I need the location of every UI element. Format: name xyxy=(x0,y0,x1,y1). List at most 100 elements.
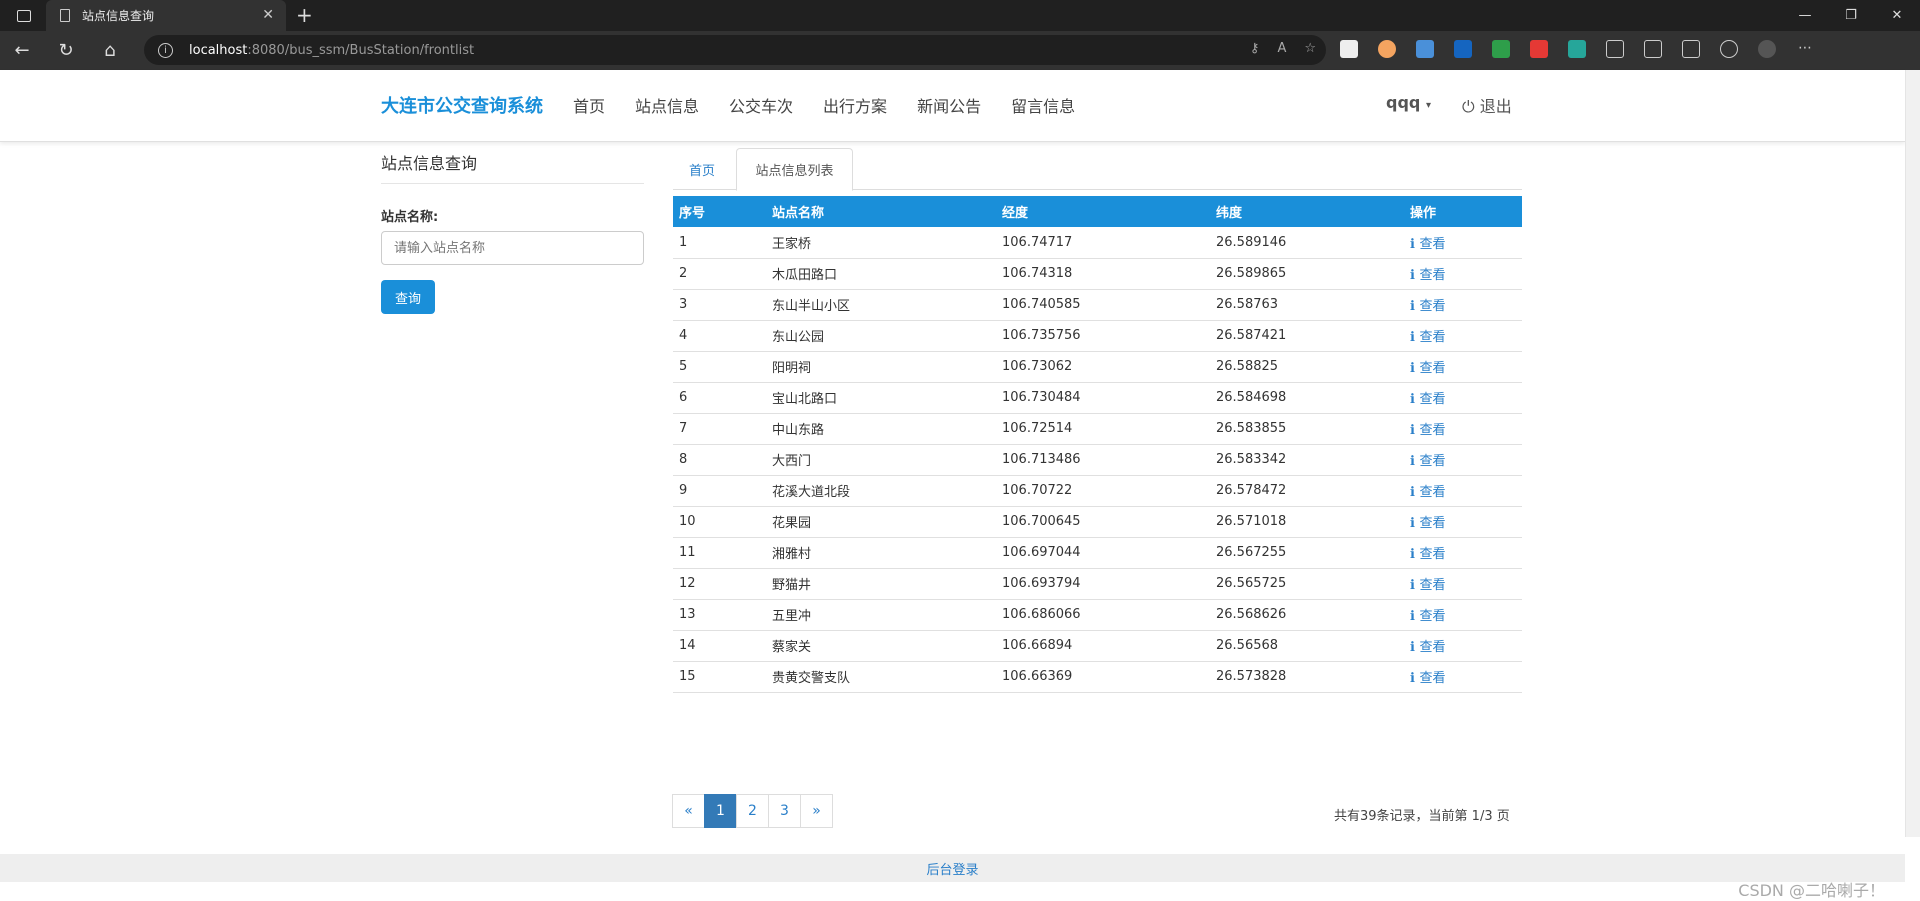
extension-icon[interactable] xyxy=(1378,40,1396,58)
table-row: 9 花溪大道北段 106.70722 26.578472 ℹ 查看 xyxy=(673,475,1522,507)
table-cell: ℹ 查看 xyxy=(1404,599,1522,631)
column-header: 纬度 xyxy=(1216,206,1243,221)
favorite-add-icon[interactable]: ☆ xyxy=(1304,41,1316,56)
view-link[interactable]: ℹ 查看 xyxy=(1410,268,1445,283)
table-cell: 26.583855 xyxy=(1210,413,1404,445)
table-cell: 阳明祠 xyxy=(766,351,996,383)
table-cell: 106.730484 xyxy=(996,382,1210,414)
caret-down-icon: ▾ xyxy=(1425,100,1431,111)
view-link[interactable]: ℹ 查看 xyxy=(1410,299,1445,314)
new-tab-icon[interactable]: + xyxy=(296,3,313,27)
address-input[interactable]: i localhost :8080/bus_ssm/BusStation/fro… xyxy=(144,35,1326,65)
browser-tab[interactable]: 站点信息查询 ✕ xyxy=(46,0,286,31)
view-link[interactable]: ℹ 查看 xyxy=(1410,578,1445,593)
menu-item-buses[interactable]: 公交车次 xyxy=(729,93,793,117)
view-label: 查看 xyxy=(1419,640,1446,655)
avatar[interactable] xyxy=(1758,40,1776,58)
table-cell: 大西门 xyxy=(766,444,996,476)
table-cell: 12 xyxy=(673,568,766,600)
table-cell: ℹ 查看 xyxy=(1404,351,1522,383)
table-cell: 106.693794 xyxy=(996,568,1210,600)
view-link[interactable]: ℹ 查看 xyxy=(1410,423,1445,438)
tab-home[interactable]: 首页 xyxy=(689,160,715,179)
web-page: 大连市公交查询系统 首页 站点信息 公交车次 出行方案 新闻公告 留言信息 qq… xyxy=(0,70,1905,900)
favorites-icon[interactable] xyxy=(1644,40,1662,58)
station-name-input[interactable] xyxy=(381,231,644,265)
menu-item-stations[interactable]: 站点信息 xyxy=(635,93,699,117)
table-cell: 106.740585 xyxy=(996,289,1210,321)
view-link[interactable]: ℹ 查看 xyxy=(1410,640,1445,655)
page-1[interactable]: 1 xyxy=(704,794,737,828)
extension-icon[interactable] xyxy=(1568,40,1586,58)
column-header: 站点名称 xyxy=(772,206,825,221)
view-link[interactable]: ℹ 查看 xyxy=(1410,516,1445,531)
page-2[interactable]: 2 xyxy=(736,794,769,828)
user-menu[interactable]: qqq ▾ xyxy=(1386,93,1431,112)
view-link[interactable]: ℹ 查看 xyxy=(1410,609,1445,624)
puzzle-icon[interactable] xyxy=(1606,40,1624,58)
table-cell: 王家桥 xyxy=(766,227,996,259)
table-cell: ℹ 查看 xyxy=(1404,661,1522,693)
table-cell: 26.58763 xyxy=(1210,289,1404,321)
table-cell: 26.571018 xyxy=(1210,506,1404,538)
tab-station-list[interactable]: 站点信息列表 xyxy=(736,148,853,191)
refresh-icon[interactable]: ↻ xyxy=(44,40,88,61)
info-icon[interactable]: i xyxy=(158,42,173,58)
close-window-icon[interactable]: ✕ xyxy=(1874,0,1920,31)
back-icon[interactable]: ← xyxy=(0,40,44,61)
close-tab-icon[interactable]: ✕ xyxy=(262,7,274,23)
view-link[interactable]: ℹ 查看 xyxy=(1410,454,1445,469)
table-cell: 106.74318 xyxy=(996,258,1210,290)
page-scrollbar[interactable] xyxy=(1905,70,1920,837)
view-link[interactable]: ℹ 查看 xyxy=(1410,330,1445,345)
view-link[interactable]: ℹ 查看 xyxy=(1410,361,1445,376)
table-cell: 东山半山小区 xyxy=(766,289,996,321)
search-button[interactable]: 查询 xyxy=(381,280,435,314)
extension-icon[interactable] xyxy=(1454,40,1472,58)
site-brand[interactable]: 大连市公交查询系统 xyxy=(381,92,543,118)
menu-item-news[interactable]: 新闻公告 xyxy=(917,93,981,117)
home-icon[interactable]: ⌂ xyxy=(88,40,132,61)
table-cell: 2 xyxy=(673,258,766,290)
extension-icon[interactable] xyxy=(1340,40,1358,58)
key-icon[interactable]: ⚷ xyxy=(1250,41,1260,56)
more-icon[interactable]: ⋯ xyxy=(1796,40,1814,58)
read-aloud-icon[interactable]: A xyxy=(1277,41,1286,56)
content-tabs: 首页 站点信息列表 xyxy=(673,148,1522,191)
table-cell: ℹ 查看 xyxy=(1404,258,1522,290)
search-panel: 站点信息查询 站点名称: 查询 xyxy=(381,150,644,314)
admin-login-link[interactable]: 后台登录 xyxy=(926,859,978,878)
extension-icon[interactable] xyxy=(1530,40,1548,58)
table-cell: 湘雅村 xyxy=(766,537,996,569)
shield-icon[interactable] xyxy=(1492,40,1510,58)
tab-actions-icon[interactable] xyxy=(17,9,31,22)
restore-icon[interactable]: ❐ xyxy=(1828,0,1874,31)
table-row: 14 蔡家关 106.66894 26.56568 ℹ 查看 xyxy=(673,630,1522,662)
table-cell: 14 xyxy=(673,630,766,662)
view-label: 查看 xyxy=(1419,578,1446,593)
table-cell: 106.697044 xyxy=(996,537,1210,569)
view-link[interactable]: ℹ 查看 xyxy=(1410,547,1445,562)
table-row: 12 野猫井 106.693794 26.565725 ℹ 查看 xyxy=(673,568,1522,600)
view-link[interactable]: ℹ 查看 xyxy=(1410,485,1445,500)
history-icon[interactable] xyxy=(1720,40,1738,58)
page-next[interactable]: » xyxy=(800,794,833,828)
page-3[interactable]: 3 xyxy=(768,794,801,828)
menu-item-routes[interactable]: 出行方案 xyxy=(823,93,887,117)
table-cell: 26.565725 xyxy=(1210,568,1404,600)
url-host: localhost xyxy=(189,42,248,58)
station-name-label: 站点名称: xyxy=(381,210,439,225)
view-link[interactable]: ℹ 查看 xyxy=(1410,392,1445,407)
logout-button[interactable]: ⏻ 退出 xyxy=(1462,93,1512,117)
view-link[interactable]: ℹ 查看 xyxy=(1410,237,1445,252)
minimize-icon[interactable]: — xyxy=(1782,0,1828,31)
collections-icon[interactable] xyxy=(1682,40,1700,58)
table-row: 13 五里冲 106.686066 26.568626 ℹ 查看 xyxy=(673,599,1522,631)
view-link[interactable]: ℹ 查看 xyxy=(1410,671,1445,686)
image-extension-icon[interactable] xyxy=(1416,40,1434,58)
table-cell: 野猫井 xyxy=(766,568,996,600)
page-prev[interactable]: « xyxy=(672,794,705,828)
menu-item-home[interactable]: 首页 xyxy=(573,93,605,117)
menu-item-messages[interactable]: 留言信息 xyxy=(1011,93,1075,117)
table-cell: 106.700645 xyxy=(996,506,1210,538)
